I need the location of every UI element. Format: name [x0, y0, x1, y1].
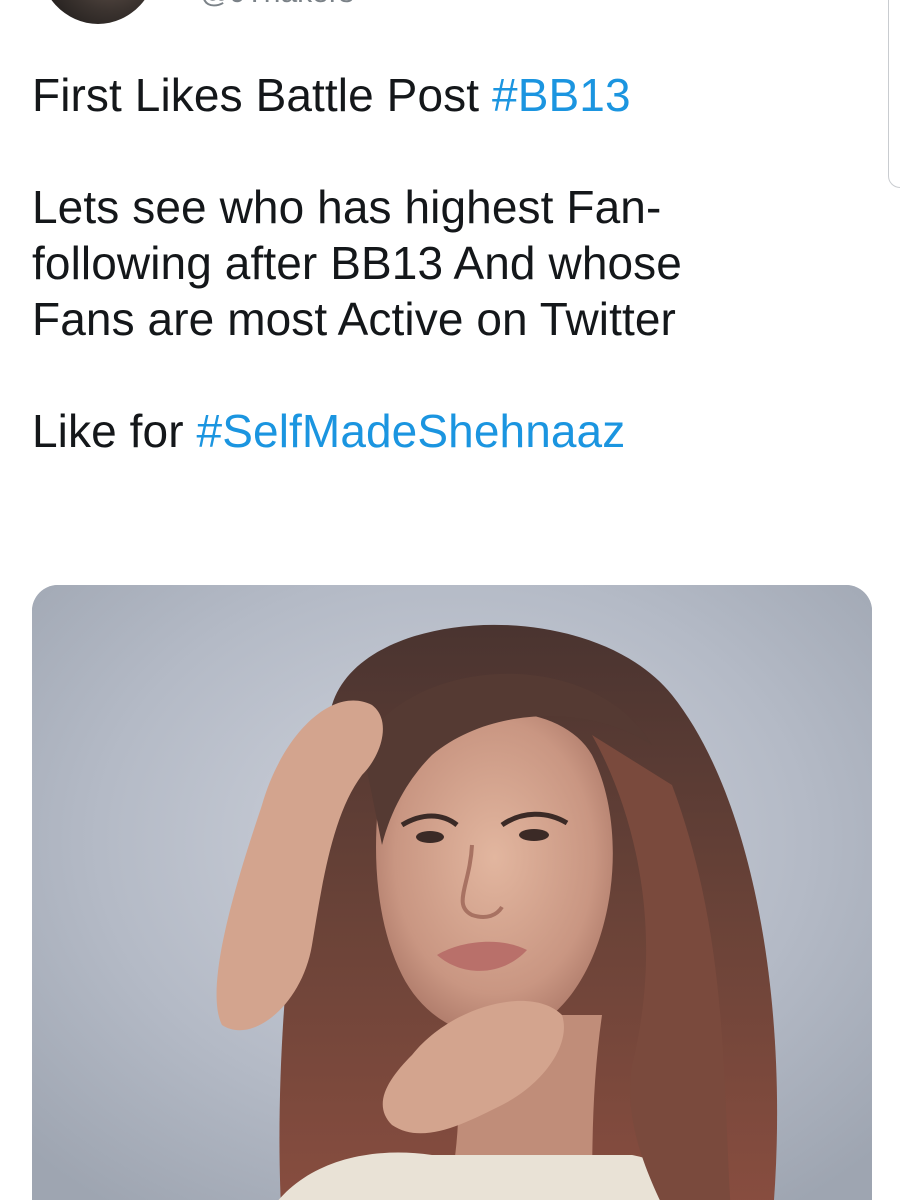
- tweet-paragraph-2-line-2: following after BB13 And whose: [32, 237, 682, 289]
- tweet-media-photo[interactable]: [32, 585, 872, 1200]
- avatar[interactable]: [38, 0, 158, 24]
- tweet-line-4: Like for #SelfMadeShehnaaz: [32, 403, 862, 459]
- tweet-line-1: First Likes Battle Post #BB13: [32, 67, 862, 123]
- portrait-photo-illustration: [32, 585, 872, 1200]
- hashtag-link-selfmadeshehnaaz[interactable]: #SelfMadeShehnaaz: [197, 405, 626, 457]
- tweet-text: First Likes Battle Post #BB13 Lets see w…: [32, 67, 862, 459]
- tweet-paragraph-2-line-1: Lets see who has highest Fan-: [32, 181, 662, 233]
- hashtag-link-bb13[interactable]: #BB13: [492, 69, 631, 121]
- user-handle[interactable]: @JThakers: [200, 0, 354, 8]
- tweet-paragraph-2-line-3: Fans are most Active on Twitter: [32, 293, 676, 345]
- tweet-line-4-text: Like for: [32, 405, 184, 457]
- tweet-line-1-text: First Likes Battle Post: [32, 69, 480, 121]
- scrollbar-track[interactable]: [888, 0, 900, 188]
